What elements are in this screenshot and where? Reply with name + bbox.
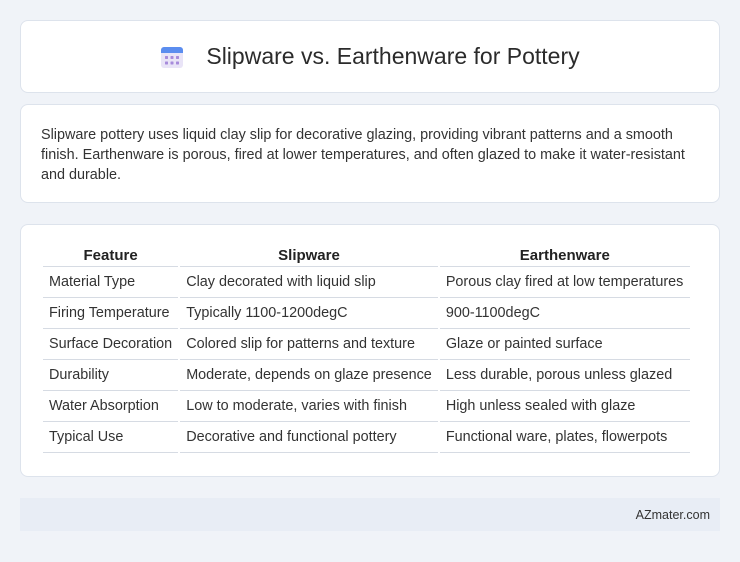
column-header-earthenware: Earthenware [439,247,690,267]
table-row: Surface Decoration Colored slip for patt… [43,329,690,360]
table-cell: Water Absorption [43,391,179,422]
column-header-slipware: Slipware [180,247,438,267]
table-cell: Colored slip for patterns and texture [180,329,438,360]
table-row: Typical Use Decorative and functional po… [43,422,690,453]
table-cell: Surface Decoration [43,329,179,360]
comparison-table-card: Feature Slipware Earthenware Material Ty… [20,224,720,477]
table-cell: Functional ware, plates, flowerpots [439,422,690,453]
table-header-row: Feature Slipware Earthenware [43,247,690,267]
title-wrap: Slipware vs. Earthenware for Pottery [160,43,580,70]
footer-site-link[interactable]: AZmater.com [636,508,710,522]
table-cell: Decorative and functional pottery [180,422,438,453]
footer-bar: AZmater.com [20,498,720,531]
table-cell: Typical Use [43,422,179,453]
table-cell: Low to moderate, varies with finish [180,391,438,422]
table-cell: High unless sealed with glaze [439,391,690,422]
page-title: Slipware vs. Earthenware for Pottery [206,43,580,69]
table-cell: Moderate, depends on glaze presence [180,360,438,391]
description-card: Slipware pottery uses liquid clay slip f… [20,104,720,203]
table-cell: Porous clay fired at low temperatures [439,267,690,298]
table-row: Firing Temperature Typically 1100-1200de… [43,298,690,329]
column-header-feature: Feature [43,247,179,267]
description-text: Slipware pottery uses liquid clay slip f… [41,127,685,183]
table-cell: Firing Temperature [43,298,179,329]
comparison-table: Feature Slipware Earthenware Material Ty… [41,247,692,453]
calendar-icon [160,45,184,69]
table-cell: Durability [43,360,179,391]
table-cell: Typically 1100-1200degC [180,298,438,329]
table-cell: 900-1100degC [439,298,690,329]
title-card: Slipware vs. Earthenware for Pottery [20,20,720,93]
table-row: Water Absorption Low to moderate, varies… [43,391,690,422]
table-cell: Less durable, porous unless glazed [439,360,690,391]
table-cell: Clay decorated with liquid slip [180,267,438,298]
table-cell: Glaze or painted surface [439,329,690,360]
table-row: Durability Moderate, depends on glaze pr… [43,360,690,391]
table-cell: Material Type [43,267,179,298]
table-row: Material Type Clay decorated with liquid… [43,267,690,298]
